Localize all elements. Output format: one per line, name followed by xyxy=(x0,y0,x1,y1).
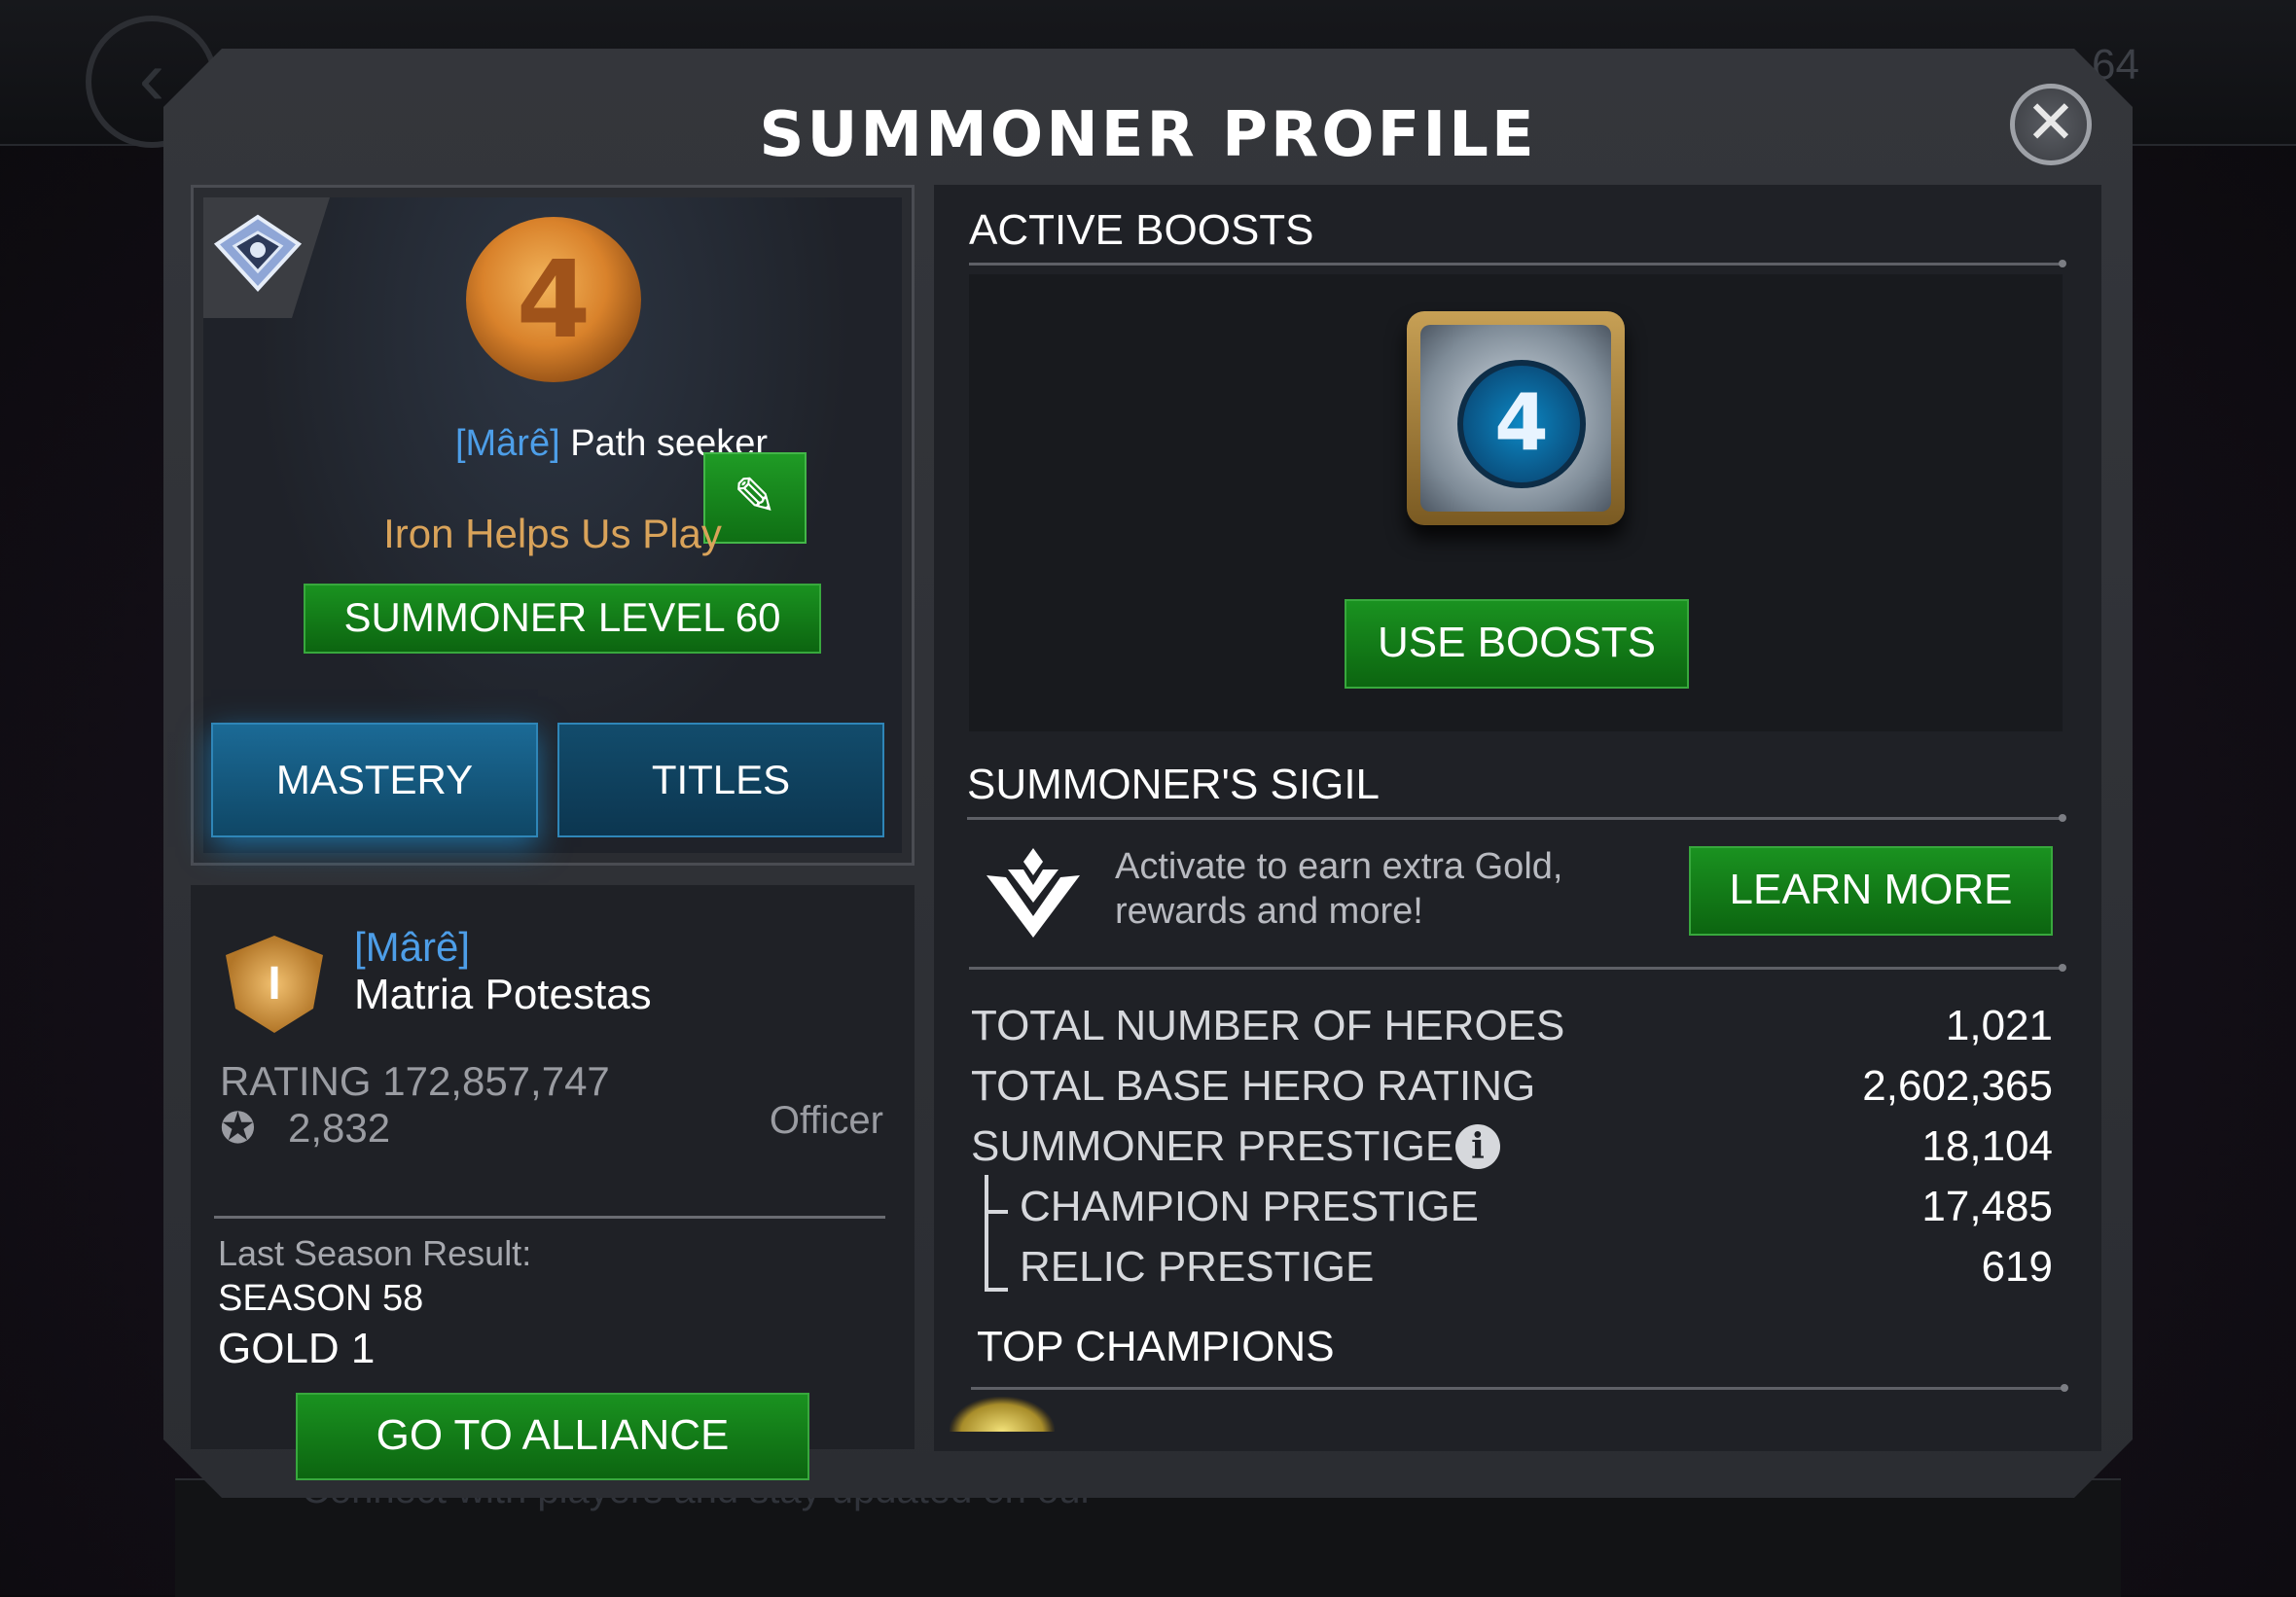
modal-title: SUMMONER PROFILE xyxy=(759,99,1537,171)
background-badge-number: 64 xyxy=(2092,41,2139,89)
alliance-role: Officer xyxy=(769,1099,883,1142)
summoner-alliance-tag: [Mârê] xyxy=(454,423,560,464)
sigil-title: SUMMONER'S SIGIL xyxy=(967,761,1381,808)
relic-prestige-label: RELIC PRESTIGE xyxy=(1020,1243,1375,1291)
last-season-value: SEASON 58 xyxy=(218,1278,424,1319)
sigil-text-line2: rewards and more! xyxy=(1115,891,1423,932)
sigil-icon xyxy=(983,848,1084,941)
alliance-panel: I [Mârê] Matria Potestas RATING 172,857,… xyxy=(191,885,915,1449)
boosts-area: 4 USE BOOSTS xyxy=(969,274,2063,731)
go-to-alliance-button[interactable]: GO TO ALLIANCE xyxy=(296,1393,809,1480)
fantastic-four-icon: 4 xyxy=(516,237,592,362)
sigil-text-line1: Activate to earn extra Gold, xyxy=(1115,846,1563,887)
close-icon: ✕ xyxy=(2026,89,2076,157)
tree-line xyxy=(985,1288,1008,1292)
tree-line xyxy=(985,1210,1008,1214)
divider xyxy=(969,967,2063,970)
summoner-level-badge: SUMMONER LEVEL 60 xyxy=(304,584,821,654)
rank-badge xyxy=(203,197,330,318)
prestige-label: SUMMONER PRESTIGE xyxy=(971,1122,1454,1170)
last-season-label: Last Season Result: xyxy=(218,1233,532,1273)
boost-item[interactable]: 4 xyxy=(1407,311,1625,525)
alliance-tag: [Mârê] xyxy=(354,924,471,970)
alliance-name: Matria Potestas xyxy=(354,971,652,1018)
use-boosts-button[interactable]: USE BOOSTS xyxy=(1345,599,1689,689)
titles-button[interactable]: TITLES xyxy=(557,723,884,837)
fantastic-four-boost-icon: 4 xyxy=(1457,360,1586,488)
top-champions-title: TOP CHAMPIONS xyxy=(977,1323,1335,1370)
tree-line xyxy=(985,1175,988,1290)
divider xyxy=(971,1387,2064,1390)
rank-emblem-icon xyxy=(209,211,306,299)
divider xyxy=(967,817,2063,820)
info-icon[interactable]: i xyxy=(1455,1124,1500,1169)
summoner-profile-modal: SUMMONER PROFILE ✕ 4 [Mârê] Path seeker … xyxy=(163,49,2133,1498)
profile-card: 4 [Mârê] Path seeker ✎ Iron Helps Us Pla… xyxy=(203,197,902,853)
learn-more-button[interactable]: LEARN MORE xyxy=(1689,846,2053,936)
alliance-rating: RATING 172,857,747 xyxy=(220,1058,610,1104)
heroes-value: 1,021 xyxy=(1945,1002,2053,1049)
last-season-tier: GOLD 1 xyxy=(218,1325,376,1372)
boost-frame: 4 xyxy=(1420,325,1611,512)
mastery-button[interactable]: MASTERY xyxy=(211,723,538,837)
base-rating-label: TOTAL BASE HERO RATING xyxy=(971,1062,1536,1110)
close-button[interactable]: ✕ xyxy=(2010,84,2092,165)
sigil-description: Activate to earn extra Gold, rewards and… xyxy=(1115,844,1660,934)
prestige-value: 18,104 xyxy=(1921,1122,2053,1170)
summoner-avatar[interactable]: 4 xyxy=(466,217,641,382)
active-boosts-title: ACTIVE BOOSTS xyxy=(969,206,1314,254)
divider xyxy=(214,1216,885,1219)
champion-prestige-value: 17,485 xyxy=(1921,1183,2053,1230)
base-rating-value: 2,602,365 xyxy=(1862,1062,2053,1110)
alliance-shield-icon: I xyxy=(226,936,323,1033)
summoner-name: [Mârê] Path seeker xyxy=(203,423,768,465)
champion-prestige-label: CHAMPION PRESTIGE xyxy=(1020,1183,1479,1230)
heroes-label: TOTAL NUMBER OF HEROES xyxy=(971,1002,1565,1049)
summoner-motto: Iron Helps Us Play xyxy=(383,511,722,556)
divider xyxy=(969,263,2063,266)
top-champion-portrait[interactable] xyxy=(950,1397,1055,1432)
profile-panel: 4 [Mârê] Path seeker ✎ Iron Helps Us Pla… xyxy=(191,185,915,866)
relic-prestige-value: 619 xyxy=(1981,1243,2053,1291)
